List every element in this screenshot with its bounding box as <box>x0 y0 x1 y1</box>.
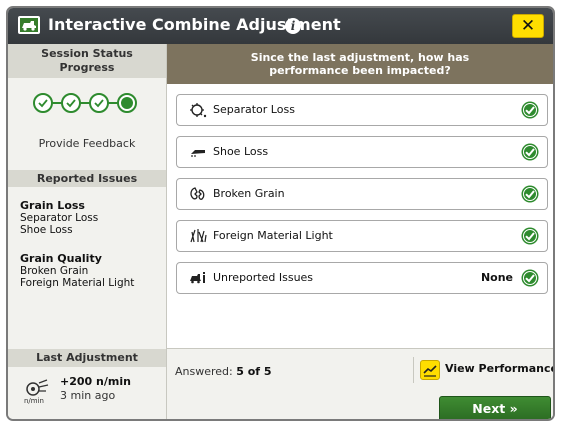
next-button[interactable]: Next » <box>439 396 551 419</box>
question-banner: Since the last adjustment, how has perfo… <box>167 44 553 84</box>
rotor-speed-unit: n/min <box>24 397 44 405</box>
progress-step-complete <box>61 93 81 113</box>
last-adjustment-time: 3 min ago <box>60 389 116 402</box>
option-separator-loss[interactable]: Separator Loss <box>176 94 548 126</box>
option-label: Broken Grain <box>213 187 285 200</box>
performance-chart-icon <box>420 360 440 380</box>
view-performance-button[interactable]: View Performance <box>413 357 553 383</box>
option-label: Separator Loss <box>213 103 295 116</box>
answered-count: Answered: 5 of 5 <box>175 365 272 378</box>
issue-group-title: Grain Loss <box>20 199 85 212</box>
answered-value: 5 of 5 <box>236 365 272 378</box>
option-foreign-material-light[interactable]: Foreign Material Light <box>176 220 548 252</box>
rotor-speed-icon: n/min <box>22 379 52 409</box>
last-adjustment-heading: Last Adjustment <box>8 349 166 367</box>
session-status-panel: Session Status Progress Provide Feedback… <box>8 44 167 419</box>
combine-app-icon <box>18 16 40 34</box>
issue-item: Foreign Material Light <box>20 277 135 289</box>
option-label: Unreported Issues <box>213 271 314 284</box>
issue-item: Shoe Loss <box>20 224 73 236</box>
reported-issues-heading: Reported Issues <box>8 170 166 187</box>
option-unreported-issues[interactable]: Unreported Issues None <box>176 262 548 294</box>
issue-group-grain-loss: Grain Loss Separator Loss Shoe Loss <box>20 199 99 237</box>
option-broken-grain[interactable]: Broken Grain <box>176 178 548 210</box>
separator-loss-icon <box>190 103 207 118</box>
option-label: Shoe Loss <box>213 145 269 158</box>
check-icon <box>521 101 539 119</box>
check-icon <box>521 185 539 203</box>
progress-step-complete <box>89 93 109 113</box>
info-icon[interactable]: i <box>285 18 301 34</box>
check-icon <box>521 227 539 245</box>
last-adjustment-value: +200 n/min <box>60 375 131 388</box>
check-icon <box>521 269 539 287</box>
shoe-loss-icon <box>191 150 205 157</box>
unreported-issues-icon <box>190 272 205 284</box>
option-value: None <box>480 271 513 284</box>
progress-steps <box>33 92 139 114</box>
session-status-heading: Session Status Progress <box>8 44 166 78</box>
progress-label: Progress <box>59 61 115 74</box>
question-line-1: Since the last adjustment, how has <box>250 51 470 64</box>
option-shoe-loss[interactable]: Shoe Loss <box>176 136 548 168</box>
foreign-material-icon <box>190 229 207 243</box>
footer-bar: Answered: 5 of 5 View Performance Next » <box>167 348 553 419</box>
progress-indicator <box>33 93 137 113</box>
issue-group-title: Grain Quality <box>20 252 102 265</box>
broken-grain-icon <box>190 187 205 200</box>
view-performance-label: View Performance <box>445 362 555 375</box>
title-bar: Interactive Combine Adjustment i ✕ <box>8 8 553 44</box>
option-label: Foreign Material Light <box>213 229 333 242</box>
progress-step-complete <box>33 93 53 113</box>
dialog-window: Interactive Combine Adjustment i ✕ Sessi… <box>6 6 555 421</box>
progress-step-current <box>117 93 137 113</box>
issue-group-grain-quality: Grain Quality Broken Grain Foreign Mater… <box>20 252 135 290</box>
issue-item: Separator Loss <box>20 212 99 224</box>
provide-feedback-link[interactable]: Provide Feedback <box>8 137 166 150</box>
issue-item: Broken Grain <box>20 265 89 277</box>
check-icon <box>521 143 539 161</box>
session-status-title: Session Status <box>41 47 133 60</box>
close-button[interactable]: ✕ <box>512 14 544 38</box>
question-line-2: performance been impacted? <box>269 64 451 77</box>
answered-label: Answered: <box>175 365 233 378</box>
